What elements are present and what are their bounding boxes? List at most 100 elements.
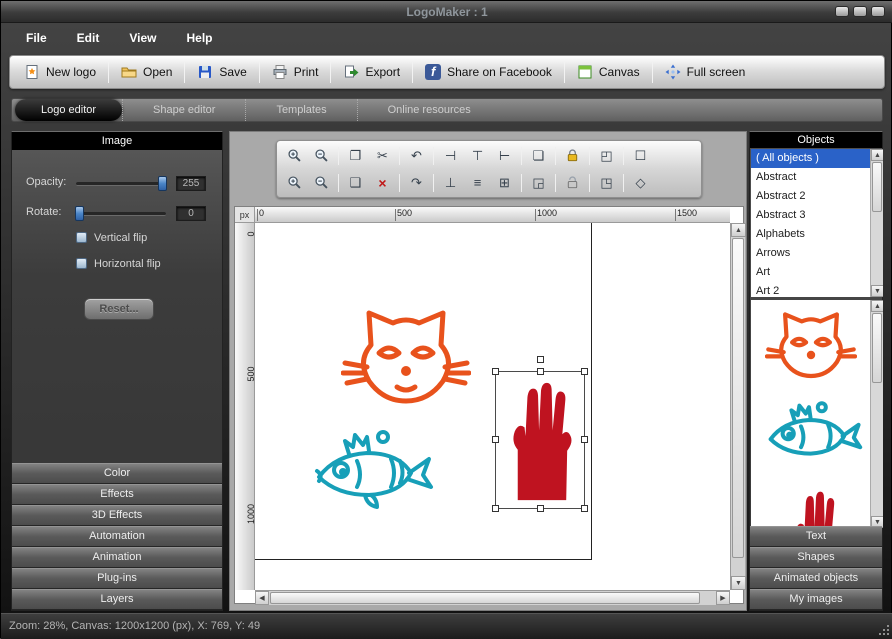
cut-button[interactable]: ✂: [369, 144, 396, 167]
fullscreen-button[interactable]: Full screen: [655, 58, 756, 86]
shapes-button[interactable]: Shapes: [750, 547, 882, 568]
align-left-button[interactable]: ⊣: [437, 144, 464, 167]
category-alphabets[interactable]: Alphabets: [751, 225, 870, 244]
section-effects[interactable]: Effects: [12, 484, 222, 505]
save-button[interactable]: Save: [187, 58, 256, 86]
category-art[interactable]: Art: [751, 263, 870, 282]
section-color[interactable]: Color: [12, 463, 222, 484]
category-scroll-thumb[interactable]: [872, 162, 882, 212]
lock-button[interactable]: [559, 144, 586, 167]
section-animation[interactable]: Animation: [12, 547, 222, 568]
canvas-horizontal-scrollbar[interactable]: ◀ ▶: [255, 590, 730, 605]
category-abstract[interactable]: Abstract: [751, 168, 870, 187]
new-logo-button[interactable]: New logo: [14, 58, 106, 86]
opacity-slider-handle[interactable]: [158, 176, 167, 191]
category-all-objects[interactable]: ( All objects ): [751, 149, 870, 168]
align-center-button[interactable]: ⊞: [491, 171, 518, 194]
send-backward-button[interactable]: ◳: [593, 171, 620, 194]
align-bottom-button[interactable]: ⊥: [437, 171, 464, 194]
scroll-right-button[interactable]: ▶: [716, 591, 730, 605]
delete-button[interactable]: ×: [369, 171, 396, 194]
thumbnail-fish[interactable]: [761, 396, 869, 476]
selection-handle-w[interactable]: [492, 436, 499, 443]
crop-button[interactable]: ◇: [627, 171, 654, 194]
scroll-left-button[interactable]: ◀: [255, 591, 269, 605]
zoom-in-button[interactable]: [281, 144, 308, 167]
scroll-down-button[interactable]: ▼: [731, 576, 746, 590]
animated-objects-button[interactable]: Animated objects: [750, 568, 882, 589]
h-scroll-thumb[interactable]: [270, 592, 700, 604]
selection-handle-e[interactable]: [581, 436, 588, 443]
canvas-viewport[interactable]: [255, 223, 730, 590]
section-plugins[interactable]: Plug-ins: [12, 568, 222, 589]
selection-handle-s[interactable]: [537, 505, 544, 512]
category-abstract-2[interactable]: Abstract 2: [751, 187, 870, 206]
menu-help[interactable]: Help: [171, 25, 227, 51]
bring-forward-button[interactable]: ◰: [593, 144, 620, 167]
close-button[interactable]: [871, 6, 885, 17]
zoom-in-alt-button[interactable]: [281, 171, 308, 194]
opacity-slider[interactable]: [76, 182, 166, 186]
thumbnail-hand[interactable]: [787, 488, 845, 528]
scroll-up-button[interactable]: ▲: [731, 223, 746, 237]
v-scroll-thumb[interactable]: [732, 238, 744, 558]
section-layers[interactable]: Layers: [12, 589, 222, 610]
align-middle-button[interactable]: ≡: [464, 171, 491, 194]
align-top-button[interactable]: ⊤: [464, 144, 491, 167]
section-3d-effects[interactable]: 3D Effects: [12, 505, 222, 526]
tab-shape-editor[interactable]: Shape editor: [122, 99, 245, 121]
canvas-vertical-scrollbar[interactable]: ▲ ▼: [730, 223, 745, 590]
group-button[interactable]: ◲: [525, 171, 552, 194]
maximize-button[interactable]: [853, 6, 867, 17]
share-facebook-button[interactable]: f Share on Facebook: [415, 58, 562, 86]
selection-rotate-handle[interactable]: [537, 356, 544, 363]
category-arrows[interactable]: Arrows: [751, 244, 870, 263]
canvas-object-fish[interactable]: [307, 423, 442, 523]
canvas-object-hand[interactable]: [502, 378, 580, 504]
copy-button[interactable]: ❐: [342, 144, 369, 167]
thumbnail-cat[interactable]: [765, 306, 857, 390]
selection-handle-nw[interactable]: [492, 368, 499, 375]
category-scroll-down[interactable]: ▼: [871, 285, 883, 297]
selection-handle-n[interactable]: [537, 368, 544, 375]
redo-button[interactable]: ↷: [403, 171, 430, 194]
minimize-button[interactable]: [835, 6, 849, 17]
thumbnail-scroll-thumb[interactable]: [872, 313, 882, 383]
selection-handle-sw[interactable]: [492, 505, 499, 512]
reset-button[interactable]: Reset...: [84, 298, 154, 320]
resize-grip[interactable]: [887, 625, 889, 627]
horizontal-flip-checkbox[interactable]: [76, 258, 87, 269]
category-art-2[interactable]: Art 2: [751, 282, 870, 297]
text-objects-button[interactable]: Text: [750, 526, 882, 547]
unlock-button[interactable]: [559, 171, 586, 194]
thumbnail-scroll-up[interactable]: ▲: [871, 300, 883, 312]
canvas-button[interactable]: Canvas: [567, 58, 650, 86]
select-all-button[interactable]: ☐: [627, 144, 654, 167]
zoom-out-alt-button[interactable]: [308, 171, 335, 194]
selection-box[interactable]: [495, 371, 585, 509]
duplicate-button[interactable]: ❏: [525, 144, 552, 167]
menu-edit[interactable]: Edit: [62, 25, 115, 51]
category-abstract-3[interactable]: Abstract 3: [751, 206, 870, 225]
category-list-scrollbar[interactable]: ▲ ▼: [870, 149, 883, 297]
align-right-button[interactable]: ⊢: [491, 144, 518, 167]
category-scroll-up[interactable]: ▲: [871, 149, 883, 161]
canvas-object-cat[interactable]: [341, 301, 471, 421]
my-images-button[interactable]: My images: [750, 589, 882, 610]
export-button[interactable]: Export: [333, 58, 410, 86]
selection-handle-ne[interactable]: [581, 368, 588, 375]
vertical-flip-checkbox[interactable]: [76, 232, 87, 243]
menu-view[interactable]: View: [114, 25, 171, 51]
print-button[interactable]: Print: [262, 58, 329, 86]
menu-file[interactable]: File: [11, 25, 62, 51]
rotate-slider-handle[interactable]: [75, 206, 84, 221]
open-button[interactable]: Open: [111, 58, 182, 86]
zoom-out-button[interactable]: [308, 144, 335, 167]
tab-logo-editor[interactable]: Logo editor: [15, 99, 122, 121]
paste-button[interactable]: ❑: [342, 171, 369, 194]
thumbnail-scrollbar[interactable]: ▲ ▼: [870, 300, 883, 528]
tab-online-resources[interactable]: Online resources: [357, 99, 501, 121]
section-automation[interactable]: Automation: [12, 526, 222, 547]
tab-templates[interactable]: Templates: [245, 99, 356, 121]
selection-handle-se[interactable]: [581, 505, 588, 512]
